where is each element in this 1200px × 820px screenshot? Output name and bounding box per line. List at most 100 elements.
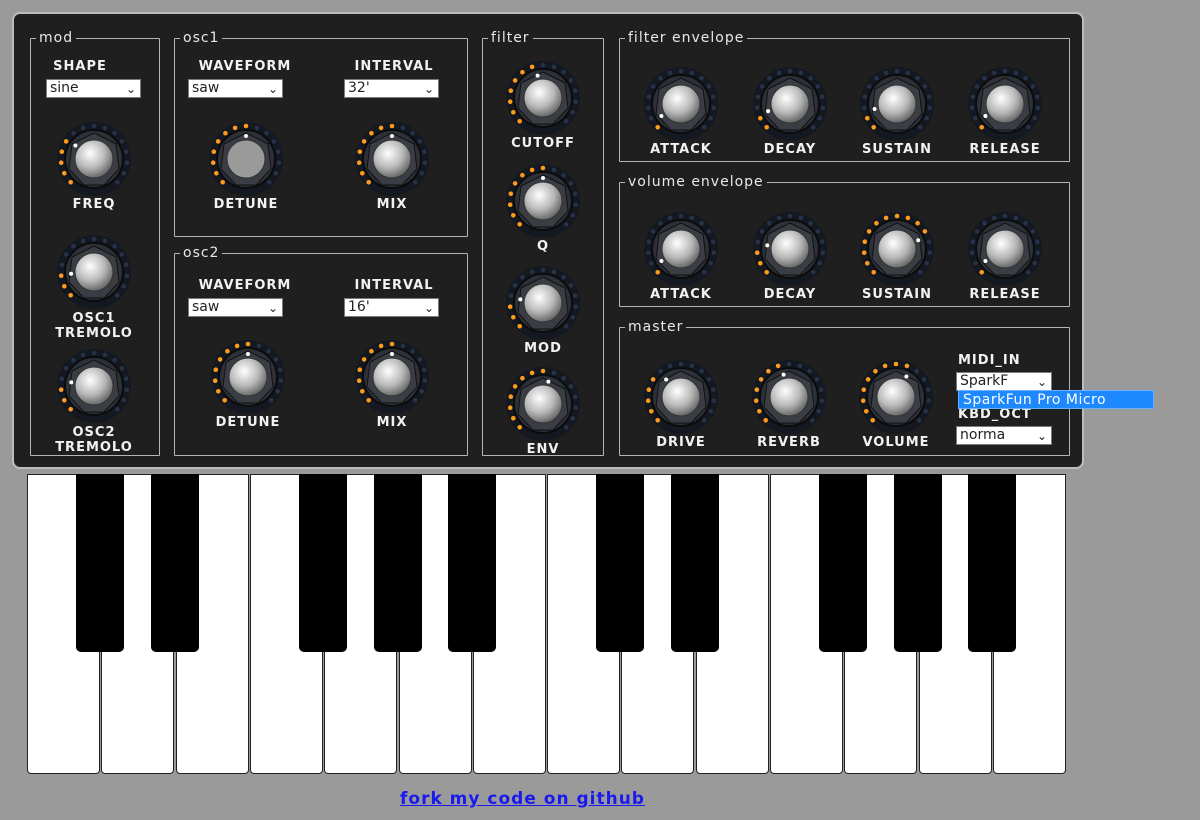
knob-led <box>927 105 933 110</box>
volume-release-knob[interactable] <box>965 209 1045 289</box>
midi-in-option-highlighted[interactable]: SparkFun Pro Micro <box>958 390 1154 409</box>
drive-knob[interactable] <box>641 357 721 437</box>
osc1-tremolo-label-2: TREMOLO <box>55 326 133 341</box>
volume-envelope-legend: VOLUME ENVELOPE <box>628 174 764 190</box>
knob-led <box>819 94 825 99</box>
knob-led <box>1002 213 1008 219</box>
black-key[interactable] <box>299 474 348 652</box>
knob-led <box>767 75 772 81</box>
knob-led <box>923 409 928 414</box>
filter-attack-knob[interactable] <box>641 64 721 144</box>
knob-led <box>646 387 652 392</box>
osc1-tremolo-knob[interactable] <box>54 232 134 312</box>
knob-led <box>807 368 812 374</box>
knob-led <box>517 425 522 430</box>
knob-led <box>706 377 712 382</box>
knob-led <box>275 149 281 154</box>
knob-led <box>422 378 428 383</box>
knob-led <box>366 398 371 403</box>
knob-led <box>419 171 424 176</box>
knob-led <box>1034 94 1040 99</box>
env-knob[interactable] <box>503 364 583 444</box>
knob-led <box>918 125 923 130</box>
knob-led <box>1035 250 1041 255</box>
knob-led <box>866 84 872 89</box>
knob-led <box>1030 229 1036 234</box>
knob-led <box>1035 105 1041 110</box>
osc2-detune-knob[interactable] <box>208 337 288 417</box>
osc1-waveform-select[interactable]: saw ⌄ <box>188 79 283 98</box>
black-key[interactable] <box>373 474 422 652</box>
knob-led <box>865 377 871 382</box>
knob-led <box>753 398 759 403</box>
black-key[interactable] <box>76 474 125 652</box>
volume-release-label: RELEASE <box>969 287 1041 302</box>
knob-led <box>421 367 427 372</box>
knob-pointer <box>73 143 78 148</box>
black-key[interactable] <box>819 474 868 652</box>
knob-led <box>520 274 525 280</box>
filter-release-knob[interactable] <box>965 64 1045 144</box>
knob-pointer <box>872 107 877 111</box>
osc2-mix-knob[interactable] <box>352 337 432 417</box>
knob-led <box>508 88 514 93</box>
shape-select[interactable]: sine ⌄ <box>46 79 141 98</box>
volume-decay-knob[interactable] <box>750 209 830 289</box>
knob-led <box>864 409 869 414</box>
midi-in-select[interactable]: SparkF ⌄ <box>956 372 1052 391</box>
reverb-knob[interactable] <box>749 357 829 437</box>
knob-led <box>1002 68 1008 74</box>
osc1-interval-select[interactable]: 32' ⌄ <box>344 79 439 98</box>
black-key[interactable] <box>150 474 199 652</box>
knob-led <box>979 270 984 275</box>
knob-led <box>540 165 546 171</box>
knob-led <box>520 69 525 75</box>
black-key[interactable] <box>893 474 942 652</box>
volume-sustain-knob[interactable] <box>857 209 937 289</box>
knob-led <box>63 366 69 371</box>
github-fork-link[interactable]: Fork my code on GITHUB <box>400 789 645 809</box>
knob-led <box>860 398 866 403</box>
knob-led <box>570 213 575 218</box>
osc1-mix-knob[interactable] <box>352 119 432 199</box>
knob-led <box>413 180 418 185</box>
osc2-tremolo-label-2: TREMOLO <box>55 440 133 455</box>
knob-led <box>699 368 704 374</box>
filter-mod-knob[interactable] <box>503 263 583 343</box>
q-knob[interactable] <box>503 161 583 241</box>
knob-led <box>277 367 283 372</box>
knob-led <box>119 252 125 257</box>
knob-led <box>894 68 900 74</box>
osc2-mix-label: MIX <box>376 415 408 430</box>
osc1-detune-knob[interactable] <box>206 119 286 199</box>
freq-knob[interactable] <box>54 119 134 199</box>
knob-led <box>213 367 219 372</box>
chevron-down-icon: ⌄ <box>267 82 278 96</box>
osc2-interval-select[interactable]: 16' ⌄ <box>344 298 439 317</box>
filter-sustain-knob[interactable] <box>857 64 937 144</box>
osc2-tremolo-knob[interactable] <box>54 346 134 426</box>
chevron-down-icon: ⌄ <box>125 82 136 96</box>
knob-pointer <box>69 271 74 276</box>
osc2-waveform-select[interactable]: saw ⌄ <box>188 298 283 317</box>
volume-attack-knob[interactable] <box>641 209 721 289</box>
knob-pointer <box>781 372 786 377</box>
osc1-waveform-label: WAVEFORM <box>198 59 292 74</box>
filter-decay-knob[interactable] <box>750 64 830 144</box>
knob-led <box>564 119 569 124</box>
synth-panel: MOD SHAPE sine ⌄ FREQ OSC1 TREMOLO OSC2 … <box>12 12 1084 469</box>
knob-led <box>667 215 673 221</box>
black-key[interactable] <box>670 474 719 652</box>
knob-led <box>540 267 546 273</box>
volume-knob[interactable] <box>856 357 936 437</box>
knob-led <box>267 180 272 185</box>
knob-pointer <box>904 374 909 379</box>
black-key[interactable] <box>447 474 496 652</box>
black-key[interactable] <box>596 474 645 652</box>
kbd-oct-select[interactable]: norma ⌄ <box>956 426 1052 445</box>
black-key[interactable] <box>967 474 1016 652</box>
knob-led <box>572 394 578 399</box>
knob-led <box>276 160 282 165</box>
knob-led <box>421 149 427 154</box>
cutoff-knob[interactable] <box>503 58 583 138</box>
